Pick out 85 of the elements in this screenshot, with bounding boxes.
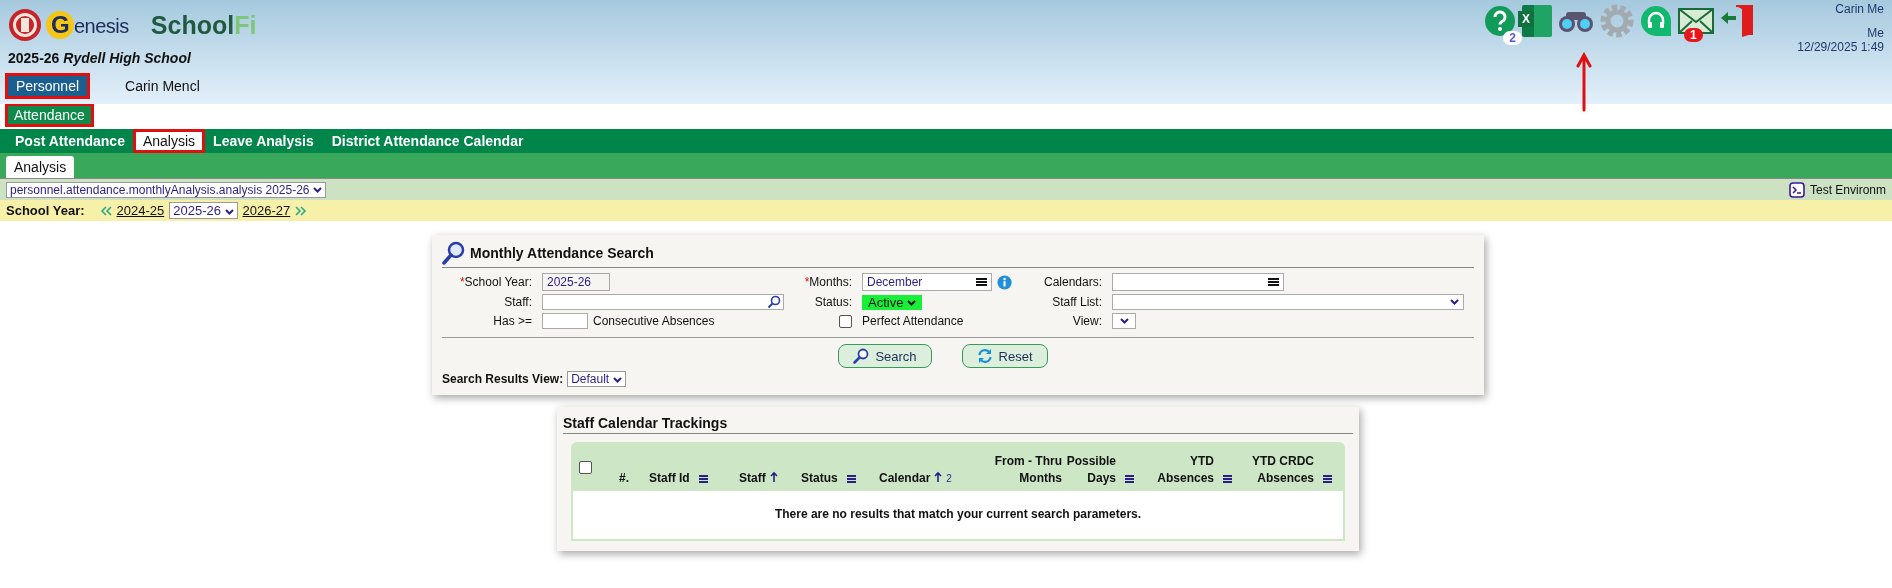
year-select[interactable]: 2025-26 [169, 202, 238, 219]
school-title: 2025-26 Rydell High School [8, 50, 192, 66]
chevron-down-icon[interactable] [312, 187, 322, 194]
count-badge: 1 [1684, 28, 1703, 42]
chevron-down-icon[interactable] [612, 376, 622, 383]
absences-field[interactable] [542, 313, 588, 329]
view-select[interactable] [1112, 313, 1136, 329]
column-header[interactable]: Calendar [879, 470, 931, 487]
staff-field[interactable] [542, 294, 784, 310]
genesis-logo: G enesis [46, 11, 129, 39]
column-header[interactable]: Possible Days [1062, 453, 1116, 487]
column-header[interactable]: YTD CRDC Absences [1232, 453, 1314, 487]
field-label: View: [1071, 314, 1102, 328]
panel-title: Staff Calendar Trackings [563, 415, 1353, 434]
checkbox-label: Perfect Attendance [862, 314, 964, 328]
sort-up-icon[interactable] [769, 471, 778, 483]
column-menu-icon[interactable] [846, 475, 856, 483]
column-menu-icon[interactable] [1323, 475, 1332, 483]
column-header[interactable]: From - Thru Months [974, 453, 1062, 487]
field-label: *Months: [803, 275, 852, 289]
previous-year-link[interactable]: 2024-25 [116, 203, 165, 218]
list-icon[interactable] [975, 278, 987, 286]
field-suffix: Consecutive Absences [593, 314, 715, 328]
reset-button[interactable]: Reset [961, 344, 1048, 368]
info-icon[interactable] [996, 273, 1012, 291]
headset-icon[interactable] [1640, 5, 1672, 37]
select-all-checkbox[interactable] [579, 460, 592, 474]
column-menu-icon[interactable] [698, 475, 708, 483]
column-menu-icon[interactable] [1223, 475, 1232, 483]
column-header[interactable]: Staff [739, 470, 766, 487]
sort-up-icon[interactable] [934, 471, 943, 483]
module-tab[interactable]: Personnel [8, 76, 88, 96]
results-view-select[interactable]: Default [567, 371, 626, 387]
search-icon[interactable] [767, 295, 781, 309]
sub-tab[interactable]: Analysis [6, 156, 75, 178]
user-role: Me [1867, 26, 1884, 40]
months-field[interactable]: December [862, 273, 992, 291]
binoculars-icon[interactable] [1558, 9, 1594, 33]
column-header[interactable]: YTD Absences [1134, 453, 1214, 487]
column-header[interactable]: #. [619, 470, 629, 487]
count-badge: 2 [1503, 31, 1522, 45]
environment-label: Test Environm [1809, 182, 1886, 197]
date-time: 12/29/2025 1:49 [1797, 40, 1884, 54]
search-icon [853, 348, 870, 364]
next-icon[interactable] [295, 204, 308, 217]
school-year-label: School Year: [6, 203, 85, 218]
field-label: Staff List: [1051, 295, 1102, 309]
school-seal-icon [8, 8, 42, 42]
screen-select[interactable]: personnel.attendance.monthlyAnalysis.analysis 2025-26 [6, 181, 326, 198]
nav-tab[interactable]: Leave Analysis [206, 132, 321, 150]
field-label: Staff: [503, 295, 532, 309]
chevron-down-icon[interactable] [1119, 318, 1129, 324]
column-menu-icon[interactable] [1125, 475, 1134, 483]
search-button[interactable]: Search [838, 344, 932, 368]
empty-message: There are no results that match your current search parameters. [774, 507, 1142, 521]
previous-icon[interactable] [99, 204, 112, 217]
nav-tab[interactable]: District Attendance Calendar [324, 132, 531, 150]
user-name: Carin Me [1835, 2, 1884, 16]
list-icon[interactable] [1268, 278, 1279, 286]
field-label: Status: [813, 295, 852, 309]
checkbox[interactable] [839, 314, 852, 328]
nav-tab[interactable]: Analysis [135, 132, 203, 150]
column-header[interactable]: Status [801, 470, 838, 487]
calendars-field[interactable] [1112, 273, 1284, 291]
logout-icon[interactable] [1720, 4, 1754, 38]
results-view-label: Search Results View: [442, 372, 564, 386]
terminal-icon [1788, 181, 1805, 198]
schoolfi-logo: SchoolFi [150, 10, 257, 40]
chevron-down-icon[interactable] [907, 300, 916, 307]
column-header[interactable]: Staff Id [649, 470, 690, 487]
field-label: Calendars: [1042, 275, 1102, 289]
search-icon [442, 241, 466, 265]
sort-order: 2 [946, 472, 952, 486]
panel-title: Monthly Attendance Search [470, 245, 654, 261]
chevron-down-icon[interactable] [1450, 299, 1459, 305]
next-year-link[interactable]: 2026-27 [242, 203, 291, 218]
nav-tab[interactable]: Post Attendance [8, 132, 132, 150]
chevron-down-icon[interactable] [224, 208, 234, 215]
section-tab[interactable]: Attendance [8, 106, 91, 124]
school-year-field: 2025-26 [542, 273, 610, 291]
field-label: Has >= [492, 314, 532, 328]
status-select[interactable]: Active [862, 294, 922, 310]
refresh-icon [976, 348, 993, 364]
module-tab[interactable]: Carin Mencl [117, 76, 208, 96]
field-label: *School Year: [458, 275, 532, 289]
